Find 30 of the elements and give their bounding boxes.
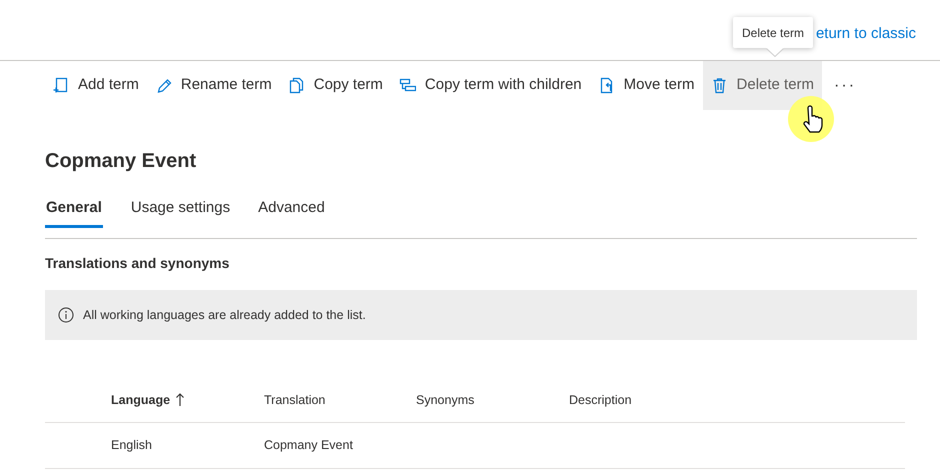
toolbar-button[interactable]: Add term <box>44 61 147 110</box>
hand-cursor-icon <box>787 95 835 143</box>
info-icon <box>58 307 74 323</box>
copy-icon <box>288 77 305 94</box>
column-header[interactable]: Description <box>569 390 632 410</box>
tab[interactable]: General <box>45 191 103 228</box>
tooltip: Delete term <box>733 17 814 48</box>
section-heading: Translations and synonyms <box>45 254 230 272</box>
table-cell-text: Copmany Event <box>264 437 354 454</box>
sort-arrow-icon <box>175 393 186 407</box>
toolbar-button[interactable]: Rename term <box>146 61 280 110</box>
return-link[interactable]: eturn to classic <box>816 22 916 45</box>
page-title: Copmany Event <box>45 149 198 174</box>
tab[interactable]: Advanced <box>258 191 325 228</box>
tab[interactable]: Usage settings <box>130 191 230 228</box>
delete-button[interactable]: Delete term <box>702 61 822 110</box>
page-add-icon <box>52 77 69 94</box>
tooltip-pointer <box>766 48 784 57</box>
column-header[interactable]: Translation <box>264 390 326 410</box>
toolbar-button[interactable]: Copy term <box>280 61 391 110</box>
trash-icon <box>710 77 728 94</box>
column-header[interactable]: Synonyms <box>416 390 474 410</box>
hierarchy-icon <box>398 77 416 94</box>
pencil-icon <box>154 77 172 94</box>
more-button[interactable]: ··· <box>834 74 856 98</box>
toolbar-button[interactable]: Copy term with children <box>390 61 590 110</box>
column-header[interactable]: Language <box>111 390 170 410</box>
table-cell-text: English <box>111 437 153 454</box>
toolbar-button[interactable]: Move term <box>590 61 703 110</box>
info-message: All working languages are already added to the list. <box>83 306 366 324</box>
